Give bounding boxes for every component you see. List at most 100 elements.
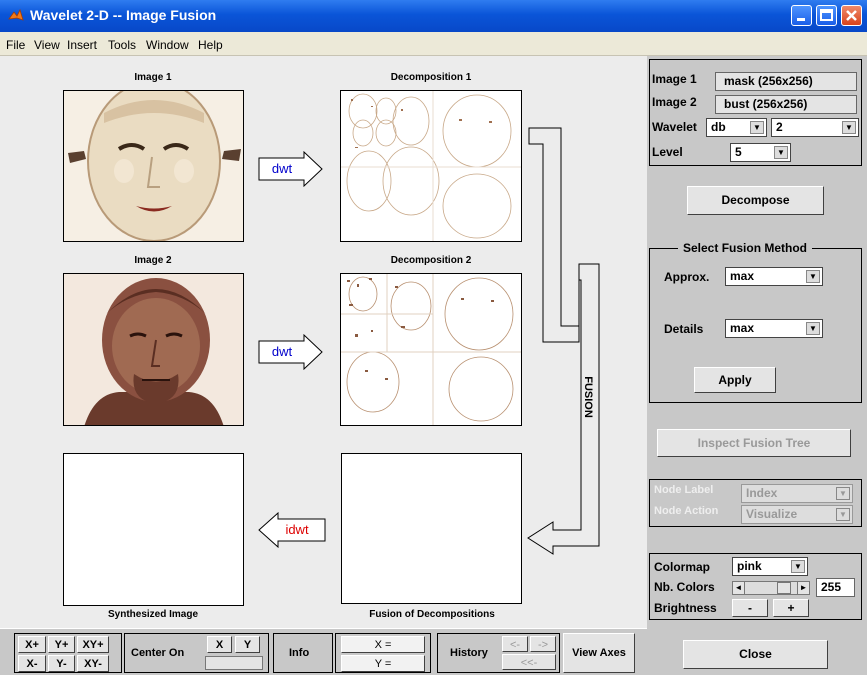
zoom-xy-minus-button[interactable]: XY-	[77, 655, 109, 672]
arrow-right-icon[interactable]: ►	[797, 582, 809, 594]
fusion-label: FUSION	[582, 376, 594, 418]
fusion-method-group: Select Fusion Method Approx. max ▼ Detai…	[649, 241, 862, 403]
zoom-y-plus-button[interactable]: Y+	[48, 636, 75, 653]
image2-value: bust (256x256)	[715, 95, 857, 114]
zoom-x-minus-button[interactable]: X-	[18, 655, 46, 672]
node-action-label: Node Action	[654, 505, 719, 517]
node-label-value: Index	[746, 486, 778, 500]
history-back-button[interactable]: <-	[502, 636, 528, 652]
image1-value: mask (256x256)	[715, 72, 857, 91]
close-window-button[interactable]	[841, 5, 862, 26]
colormap-select[interactable]: pink ▼	[732, 557, 808, 576]
history-label: History	[450, 647, 488, 659]
chevron-down-icon: ▼	[806, 322, 820, 335]
info-label: Info	[289, 647, 310, 659]
nb-colors-value[interactable]: 255	[816, 578, 855, 597]
fusion-title: Fusion of Decompositions	[369, 609, 495, 620]
details-select[interactable]: max ▼	[725, 319, 823, 338]
wavelet-family-value: db	[711, 120, 726, 134]
decomposition1-axes[interactable]	[340, 90, 522, 242]
main-axes-area: Image 1 Decomposition 1 Image 2 Decompos…	[0, 56, 647, 628]
minimize-icon	[797, 18, 805, 21]
zoom-xy-plus-button[interactable]: XY+	[77, 636, 109, 653]
brightness-label: Brightness	[654, 601, 717, 615]
synthesized-image-title: Synthesized Image	[107, 609, 199, 620]
wavelet-order-value: 2	[776, 120, 783, 134]
fusion-axes[interactable]	[341, 453, 522, 604]
history-forward-button[interactable]: ->	[530, 636, 556, 652]
menu-view[interactable]: View	[34, 38, 60, 52]
image2-axes[interactable]	[63, 273, 244, 426]
node-label-select[interactable]: Index ▼	[741, 484, 853, 503]
history-group: History <- -> <<-	[437, 633, 560, 673]
image1-axes[interactable]	[63, 90, 244, 242]
matlab-icon	[8, 8, 24, 21]
level-select[interactable]: 5 ▼	[730, 143, 791, 162]
center-on-group: Center On X Y	[124, 633, 269, 673]
window-title: Wavelet 2-D -- Image Fusion	[30, 7, 217, 23]
level-value: 5	[735, 145, 742, 159]
approx-value: max	[730, 269, 755, 283]
approx-label: Approx.	[664, 270, 710, 284]
menu-tools[interactable]: Tools	[108, 38, 136, 52]
info-group: Info	[273, 633, 333, 673]
node-action-select[interactable]: Visualize ▼	[741, 505, 853, 524]
decomposition2-axes[interactable]	[340, 273, 522, 426]
history-reset-button[interactable]: <<-	[502, 654, 556, 670]
brightness-minus-button[interactable]: -	[732, 599, 768, 617]
arrow-left-icon[interactable]: ◄	[733, 582, 745, 594]
view-axes-button[interactable]: View Axes	[563, 633, 635, 673]
details-label: Details	[664, 322, 704, 336]
chevron-down-icon: ▼	[836, 487, 850, 500]
coordinates-group: X = Y =	[335, 633, 431, 673]
wavelet-order-select[interactable]: 2 ▼	[771, 118, 859, 137]
menu-insert[interactable]: Insert	[67, 38, 97, 52]
image1-title: Image 1	[134, 72, 172, 83]
control-panel: Image 1 mask (256x256) Image 2 bust (256…	[647, 56, 867, 675]
center-on-y-button[interactable]: Y	[235, 636, 260, 653]
dwt-label-1: dwt	[271, 161, 293, 176]
center-on-field[interactable]	[205, 656, 263, 670]
colormap-label: Colormap	[654, 560, 711, 574]
menu-bar: File View Insert Tools Window Help	[0, 32, 867, 56]
chevron-down-icon: ▼	[791, 560, 805, 573]
chevron-down-icon: ▼	[836, 508, 850, 521]
zoom-x-plus-button[interactable]: X+	[18, 636, 46, 653]
info-group: Image 1 mask (256x256) Image 2 bust (256…	[649, 59, 862, 166]
image2-title: Image 2	[134, 255, 172, 266]
nb-colors-slider[interactable]: ◄ ►	[732, 581, 810, 595]
slider-thumb[interactable]	[777, 582, 791, 594]
level-label: Level	[652, 145, 683, 159]
approx-select[interactable]: max ▼	[725, 267, 823, 286]
wavelet-family-select[interactable]: db ▼	[706, 118, 767, 137]
y-coordinate-display: Y =	[341, 655, 425, 672]
chevron-down-icon: ▼	[842, 121, 856, 134]
details-value: max	[730, 321, 755, 335]
dwt-label-2: dwt	[271, 344, 293, 359]
center-on-x-button[interactable]: X	[207, 636, 232, 653]
node-group: Node Label Index ▼ Node Action Visualize…	[649, 479, 862, 527]
mask-image	[64, 91, 243, 241]
minimize-button[interactable]	[791, 5, 812, 26]
close-button[interactable]: Close	[683, 640, 828, 669]
fusion-arrow	[527, 127, 600, 555]
decompose-button[interactable]: Decompose	[687, 186, 824, 215]
image2-label: Image 2	[652, 95, 697, 109]
chevron-down-icon: ▼	[806, 270, 820, 283]
apply-button[interactable]: Apply	[694, 367, 776, 393]
close-icon	[846, 10, 857, 21]
fusion-method-title: Select Fusion Method	[678, 241, 813, 255]
menu-file[interactable]: File	[6, 38, 25, 52]
maximize-button[interactable]	[816, 5, 837, 26]
bust-image	[64, 274, 243, 425]
maximize-icon	[820, 9, 833, 21]
synthesized-image-axes[interactable]	[63, 453, 244, 606]
inspect-fusion-tree-button[interactable]: Inspect Fusion Tree	[657, 429, 851, 457]
title-bar: Wavelet 2-D -- Image Fusion	[0, 0, 867, 32]
node-label-label: Node Label	[654, 484, 714, 496]
brightness-plus-button[interactable]: +	[773, 599, 809, 617]
menu-window[interactable]: Window	[146, 38, 189, 52]
zoom-group: X+ Y+ XY+ X- Y- XY-	[14, 633, 122, 673]
zoom-y-minus-button[interactable]: Y-	[48, 655, 75, 672]
menu-help[interactable]: Help	[198, 38, 223, 52]
